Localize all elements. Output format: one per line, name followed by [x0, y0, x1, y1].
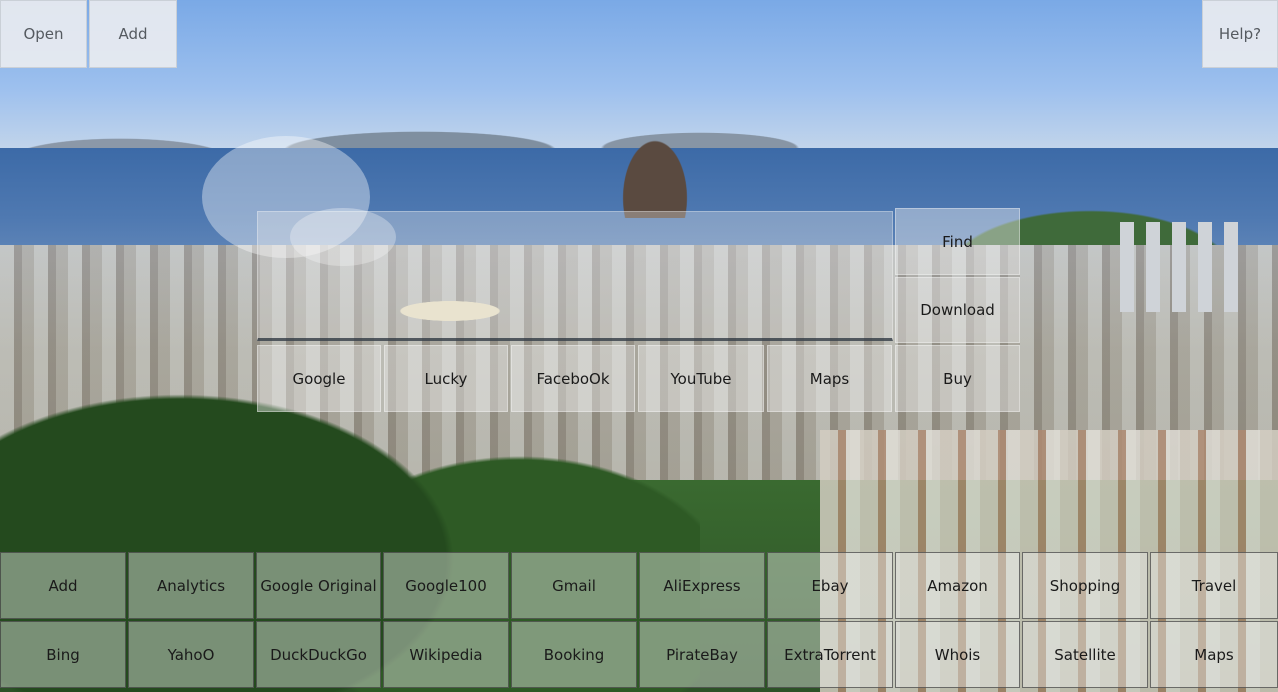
- start-page: Open Add Help? Find Download Buy Google …: [0, 0, 1278, 692]
- bookmark-duckduckgo-button[interactable]: DuckDuckGo: [256, 621, 381, 688]
- buy-button[interactable]: Buy: [895, 345, 1020, 412]
- engine-lucky-button[interactable]: Lucky: [384, 345, 508, 412]
- bookmark-booking-button[interactable]: Booking: [511, 621, 637, 688]
- bookmark-wikipedia-button[interactable]: Wikipedia: [383, 621, 509, 688]
- engine-google-button[interactable]: Google: [257, 345, 381, 412]
- background-sugarloaf-mountain: [610, 118, 700, 218]
- bookmark-aliexpress-button[interactable]: AliExpress: [639, 552, 765, 619]
- bookmark-yahoo-button[interactable]: YahoO: [128, 621, 254, 688]
- engine-youtube-button[interactable]: YouTube: [638, 345, 764, 412]
- bookmark-bing-button[interactable]: Bing: [0, 621, 126, 688]
- bookmark-amazon-button[interactable]: Amazon: [895, 552, 1020, 619]
- bookmark-piratebay-button[interactable]: PirateBay: [639, 621, 765, 688]
- background-towers: [1120, 222, 1240, 312]
- download-button[interactable]: Download: [895, 277, 1020, 343]
- bookmark-gmail-button[interactable]: Gmail: [511, 552, 637, 619]
- bookmark-extratorrent-button[interactable]: ExtraTorrent: [767, 621, 893, 688]
- bookmark-add-button[interactable]: Add: [0, 552, 126, 619]
- bookmark-satellite-button[interactable]: Satellite: [1022, 621, 1148, 688]
- engine-maps-button[interactable]: Maps: [767, 345, 892, 412]
- bookmark-shopping-button[interactable]: Shopping: [1022, 552, 1148, 619]
- bookmark-analytics-button[interactable]: Analytics: [128, 552, 254, 619]
- bookmark-google100-button[interactable]: Google100: [383, 552, 509, 619]
- bookmark-travel-button[interactable]: Travel: [1150, 552, 1278, 619]
- background-far-hills: [0, 120, 1278, 190]
- bookmark-whois-button[interactable]: Whois: [895, 621, 1020, 688]
- background-sky: [0, 0, 1278, 160]
- engine-facebook-button[interactable]: FaceboOk: [511, 345, 635, 412]
- open-button[interactable]: Open: [0, 0, 87, 68]
- search-input[interactable]: [257, 211, 893, 341]
- add-button[interactable]: Add: [89, 0, 177, 68]
- bookmark-ebay-button[interactable]: Ebay: [767, 552, 893, 619]
- bookmark-maps-button[interactable]: Maps: [1150, 621, 1278, 688]
- bookmark-google-original-button[interactable]: Google Original: [256, 552, 381, 619]
- help-button[interactable]: Help?: [1202, 0, 1278, 68]
- find-button[interactable]: Find: [895, 208, 1020, 275]
